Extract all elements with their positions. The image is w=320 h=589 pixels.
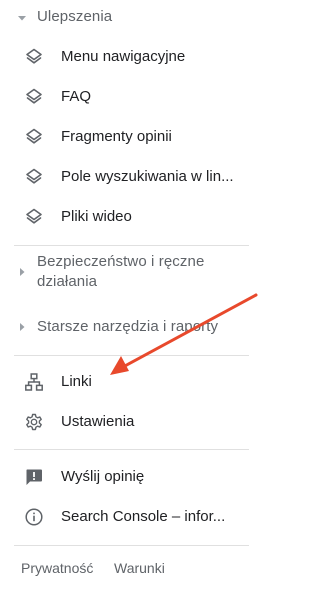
nav-item-settings[interactable]: Ustawienia [0,402,250,442]
nav-item-faq[interactable]: FAQ [0,77,250,117]
nav-item-label: Fragmenty opinii [61,128,172,145]
sitemap-icon [25,373,43,391]
nav-item-label: Search Console – infor... [61,508,226,525]
nav-item-links[interactable]: Linki [0,362,250,402]
section-legacy-label: Starsze narzędzia i raporty [37,318,219,335]
section-security-toggle[interactable]: Bezpieczeństwo i ręczne działania [0,250,250,294]
nav-item-review-snippets[interactable]: Fragmenty opinii [0,117,250,157]
nav-item-send-feedback[interactable]: Wyślij opinię [0,457,250,497]
section-legacy-toggle[interactable]: Starsze narzędzia i raporty [0,310,250,344]
caret-down-icon [18,16,26,21]
layers-icon [26,168,42,184]
info-icon [25,508,43,526]
caret-right-icon [20,268,25,276]
divider [14,355,249,356]
nav-item-breadcrumbs[interactable]: Menu nawigacyjne [0,37,250,77]
divider [14,545,249,546]
nav-item-label: Pole wyszukiwania w lin... [61,168,234,185]
layers-icon [26,48,42,64]
caret-right-icon [20,323,25,331]
section-security-label-line1: Bezpieczeństwo i ręczne [37,253,205,270]
section-enhancements-label: Ulepszenia [37,8,113,25]
terms-link[interactable]: Warunki [114,559,165,577]
gear-icon [26,413,42,431]
nav-item-label: Wyślij opinię [61,468,145,485]
sidebar-nav: Ulepszenia Menu nawigacyjne FAQ Fragment… [0,0,250,589]
layers-icon [26,128,42,144]
nav-item-label: Menu nawigacyjne [61,48,186,65]
nav-item-label: Ustawienia [61,413,135,430]
nav-item-about-search-console[interactable]: Search Console – infor... [0,497,250,537]
privacy-link[interactable]: Prywatność [21,559,93,577]
nav-item-label: Pliki wideo [61,208,132,225]
layers-icon [26,208,42,224]
nav-item-label: Linki [61,373,92,390]
divider [14,245,249,246]
feedback-icon [26,469,42,485]
nav-item-videos[interactable]: Pliki wideo [0,197,250,237]
section-security-label-line2: działania [37,273,98,290]
nav-item-label: FAQ [61,88,92,105]
section-enhancements-toggle[interactable]: Ulepszenia [0,0,250,34]
nav-item-sitelinks-searchbox[interactable]: Pole wyszukiwania w lin... [0,157,250,197]
divider [14,449,249,450]
layers-icon [26,88,42,104]
